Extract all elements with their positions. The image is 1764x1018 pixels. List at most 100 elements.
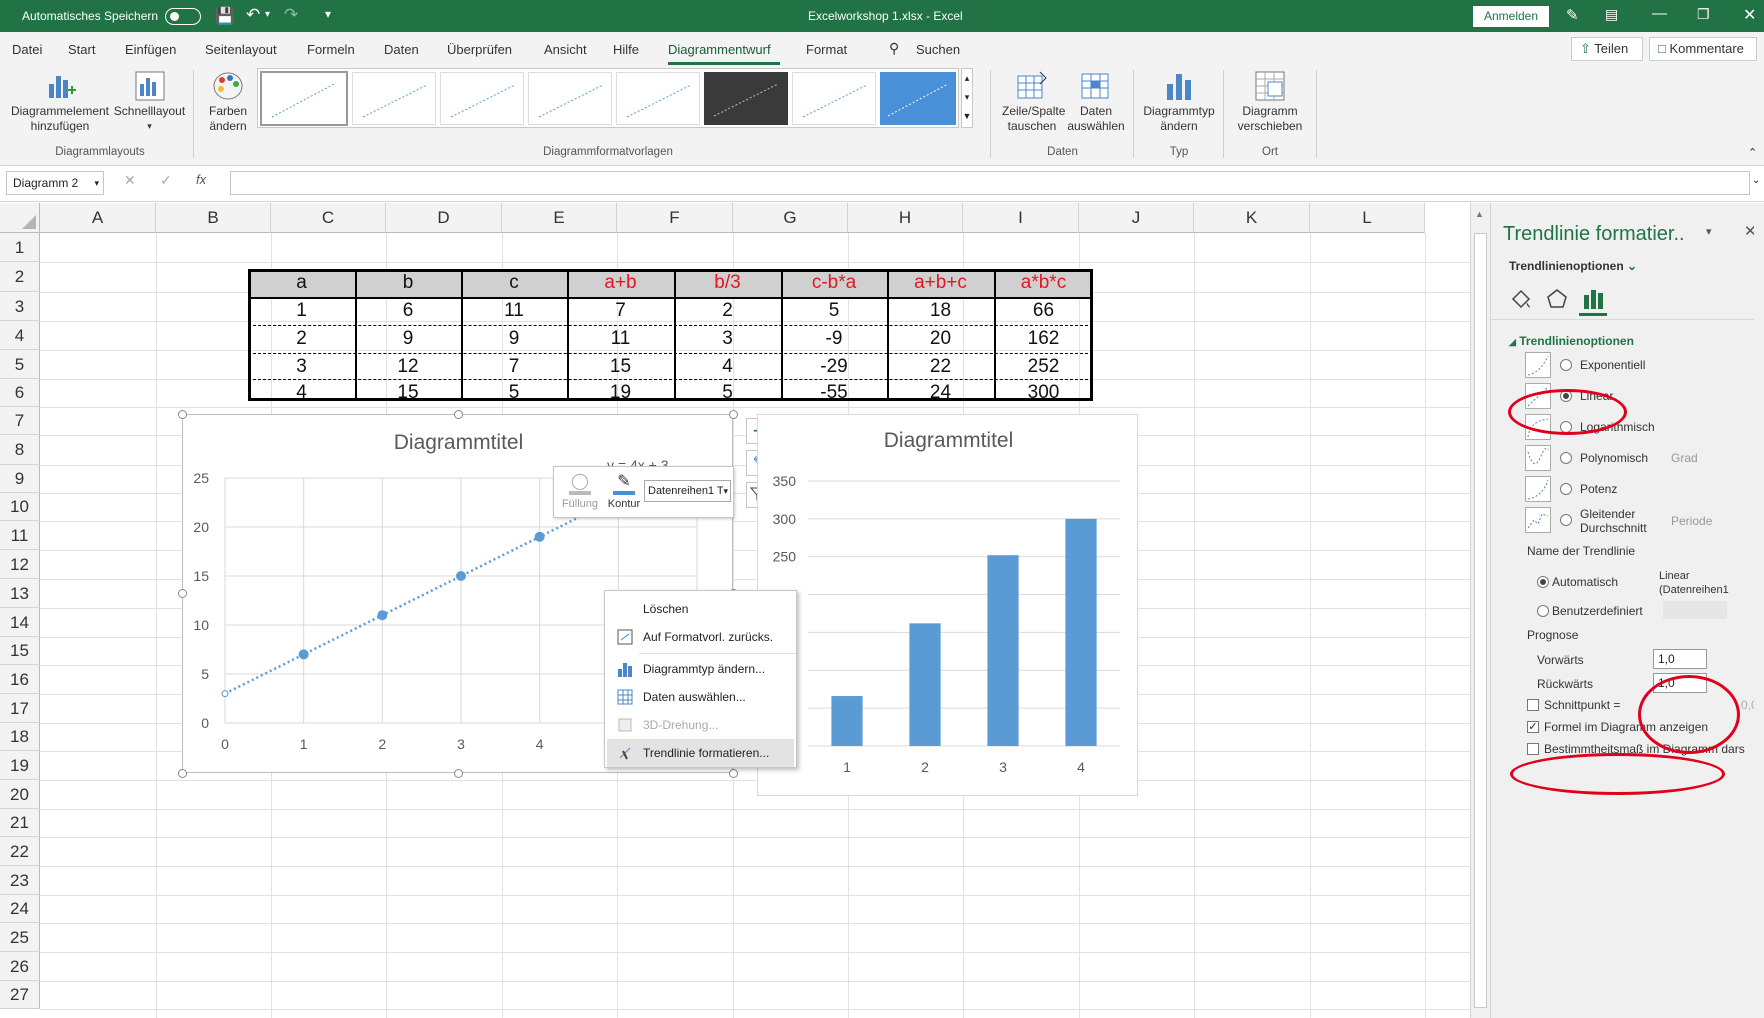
row-header-12[interactable]: 12 <box>0 550 40 579</box>
chart-style-6[interactable] <box>704 72 788 125</box>
table-cell[interactable]: 19 <box>567 379 674 403</box>
column-header-b[interactable]: B <box>156 203 271 233</box>
table-cell[interactable]: 5 <box>461 379 567 403</box>
row-header-11[interactable]: 11 <box>0 521 40 550</box>
row-header-16[interactable]: 16 <box>0 665 40 694</box>
chart-style-4[interactable] <box>528 72 612 125</box>
customize-toolbar-icon[interactable]: ▾ <box>325 7 331 21</box>
table-cell[interactable]: 2 <box>674 297 781 325</box>
table-cell[interactable]: 5 <box>781 297 887 325</box>
ctx-reset-style[interactable]: Auf Formatvorl. zurücks. <box>605 623 796 651</box>
column-header-d[interactable]: D <box>386 203 502 233</box>
row-header-27[interactable]: 27 <box>0 981 40 1009</box>
row-header-9[interactable]: 9 <box>0 465 40 493</box>
section-header[interactable]: ◢ Trendlinienoptionen <box>1509 334 1634 348</box>
redo-icon[interactable]: ↷ <box>284 5 298 25</box>
expand-formula-icon[interactable]: ⌄ <box>1752 175 1760 186</box>
bar-1[interactable] <box>831 696 863 746</box>
ribbon-display-icon[interactable]: ▤ <box>1605 6 1618 23</box>
radio-exponential[interactable] <box>1560 359 1572 371</box>
collapse-ribbon-icon[interactable]: ⌃ <box>1748 146 1757 159</box>
chart-style-5[interactable] <box>616 72 700 125</box>
forward-input[interactable]: 1,0 <box>1653 649 1707 669</box>
pane-options-dropdown-icon[interactable]: ▾ <box>1706 225 1712 238</box>
resize-handle[interactable] <box>178 769 187 778</box>
share-button[interactable]: ⇧ Teilen <box>1571 37 1643 61</box>
label-polynomial[interactable]: Polynomisch <box>1580 451 1648 465</box>
switch-row-column-button[interactable]: Zeile/Spalte tauschen <box>1002 66 1065 144</box>
data-point[interactable] <box>456 571 466 581</box>
confirm-entry-icon[interactable]: ✓ <box>160 172 172 189</box>
pane-scrollbar[interactable] <box>1754 203 1764 1018</box>
label-moving-average[interactable]: Gleitender Durchschnitt <box>1580 507 1660 535</box>
table-cell[interactable]: 6 <box>355 297 461 325</box>
add-chart-element-button[interactable]: Diagrammelement hinzufügen <box>8 66 112 144</box>
change-chart-type-button[interactable]: Diagrammtyp ändern <box>1138 66 1220 144</box>
row-header-7[interactable]: 7 <box>0 407 40 435</box>
tab-formeln[interactable]: Formeln <box>307 42 355 57</box>
table-header-cell[interactable]: c-b*a <box>781 269 887 297</box>
trendline-start-handle[interactable] <box>221 690 229 698</box>
row-header-15[interactable]: 15 <box>0 637 40 665</box>
radio-power[interactable] <box>1560 483 1572 495</box>
chart-style-3[interactable] <box>440 72 524 125</box>
tab-seitenlayout[interactable]: Seitenlayout <box>205 42 277 57</box>
gallery-scroll[interactable]: ▴ ▾ ▼ <box>961 68 973 128</box>
trendline-options-bars-icon[interactable] <box>1581 287 1605 311</box>
comments-button[interactable]: □ Kommentare <box>1649 37 1757 61</box>
row-header-4[interactable]: 4 <box>0 321 40 350</box>
column-header-e[interactable]: E <box>502 203 617 233</box>
row-header-13[interactable]: 13 <box>0 579 40 608</box>
table-cell[interactable]: 3 <box>674 325 781 353</box>
table-header-cell[interactable]: b <box>355 269 461 297</box>
table-cell[interactable]: 4 <box>674 353 781 379</box>
scrollbar-thumb[interactable] <box>1474 233 1487 1008</box>
table-cell[interactable]: -55 <box>781 379 887 403</box>
checkbox-intercept[interactable] <box>1527 699 1539 711</box>
chart-styles-gallery[interactable] <box>257 68 959 128</box>
table-cell[interactable]: 24 <box>887 379 994 403</box>
maximize-icon[interactable]: ❐ <box>1697 6 1710 23</box>
table-cell[interactable]: 15 <box>567 353 674 379</box>
search-label[interactable]: Suchen <box>916 42 960 57</box>
signin-button[interactable]: Anmelden <box>1473 6 1549 27</box>
pen-icon[interactable]: ✎ <box>1566 6 1579 24</box>
row-header-22[interactable]: 22 <box>0 837 40 866</box>
label-intercept[interactable]: Schnittpunkt = <box>1544 698 1620 712</box>
row-header-3[interactable]: 3 <box>0 292 40 321</box>
table-cell[interactable]: 4 <box>248 379 355 403</box>
table-cell[interactable]: 162 <box>994 325 1093 353</box>
column-header-f[interactable]: F <box>617 203 733 233</box>
bar-4[interactable] <box>1065 518 1097 746</box>
resize-handle[interactable] <box>729 769 738 778</box>
vertical-scrollbar[interactable]: ▲ <box>1470 203 1490 1018</box>
row-header-1[interactable]: 1 <box>0 233 40 262</box>
table-cell[interactable]: 1 <box>248 297 355 325</box>
data-point[interactable] <box>298 649 309 660</box>
row-header-20[interactable]: 20 <box>0 780 40 809</box>
label-power[interactable]: Potenz <box>1580 482 1617 496</box>
table-cell[interactable]: 300 <box>994 379 1093 403</box>
table-header-cell[interactable]: a*b*c <box>994 269 1093 297</box>
row-header-10[interactable]: 10 <box>0 493 40 521</box>
radio-moving-average[interactable] <box>1560 514 1572 526</box>
table-cell[interactable]: 20 <box>887 325 994 353</box>
row-header-19[interactable]: 19 <box>0 751 40 780</box>
outline-button[interactable]: ✎ Kontur <box>604 471 644 515</box>
resize-handle[interactable] <box>729 410 738 419</box>
table-cell[interactable]: 12 <box>355 353 461 379</box>
table-cell[interactable]: 11 <box>461 297 567 325</box>
search-icon[interactable]: ⚲ <box>889 40 899 57</box>
table-header-cell[interactable]: b/3 <box>674 269 781 297</box>
row-header-14[interactable]: 14 <box>0 608 40 637</box>
tab-ueberpruefen[interactable]: Überprüfen <box>447 42 512 57</box>
label-exponential[interactable]: Exponentiell <box>1580 358 1645 372</box>
table-header-cell[interactable]: a+b <box>567 269 674 297</box>
checkbox-show-r2[interactable] <box>1527 743 1539 755</box>
row-header-2[interactable]: 2 <box>0 262 40 292</box>
resize-handle[interactable] <box>454 410 463 419</box>
options-dropdown[interactable]: Trendlinienoptionen ⌄ <box>1509 259 1637 273</box>
row-header-24[interactable]: 24 <box>0 895 40 923</box>
ctx-change-chart-type[interactable]: Diagrammtyp ändern... <box>605 655 796 683</box>
column-header-j[interactable]: J <box>1079 203 1194 233</box>
